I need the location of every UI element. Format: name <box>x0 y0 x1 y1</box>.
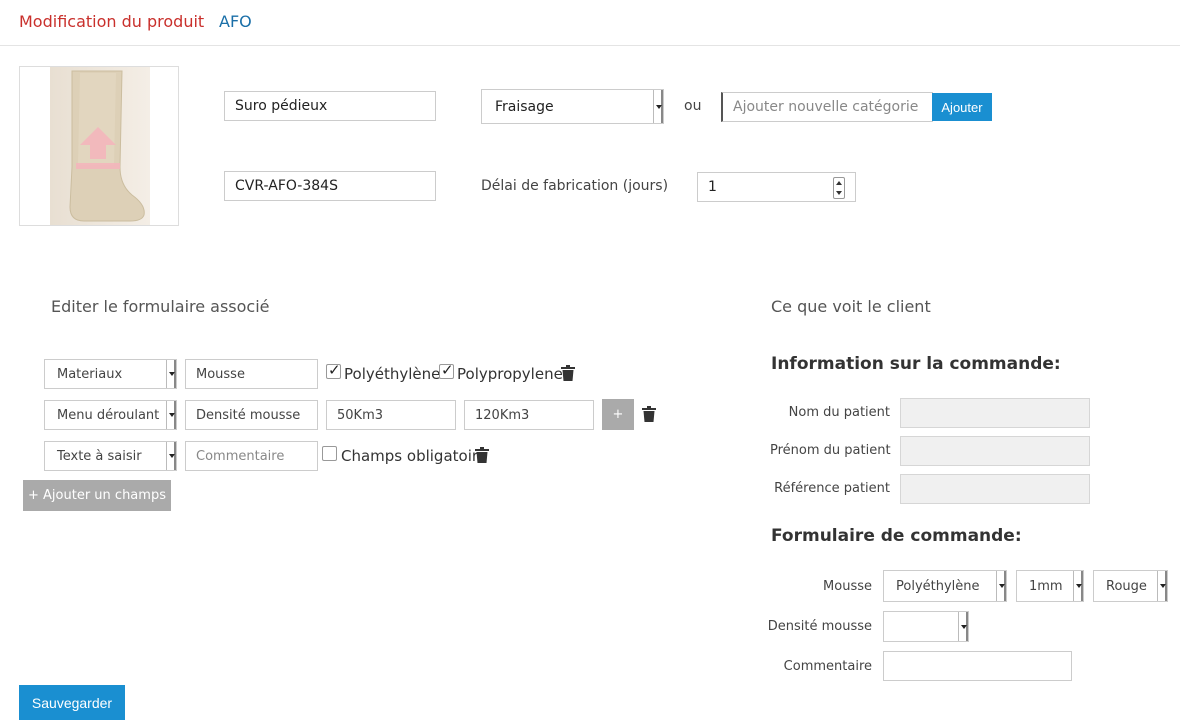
category-select-value: Fraisage <box>495 98 554 115</box>
patient-reference-label: Référence patient <box>774 481 890 496</box>
commentaire-input[interactable] <box>883 651 1072 681</box>
patient-reference-input[interactable] <box>900 474 1090 504</box>
product-name-input[interactable]: Suro pédieux <box>224 91 436 121</box>
field-type-select[interactable]: Menu déroulant <box>44 400 177 430</box>
product-type-tag[interactable]: AFO <box>219 12 252 31</box>
field-name-input[interactable]: Commentaire <box>185 441 318 471</box>
required-checkbox[interactable] <box>322 446 337 461</box>
add-field-button[interactable]: + Ajouter un champs <box>23 480 171 511</box>
chevron-down-icon <box>166 401 176 429</box>
info-heading: Information sur la commande: <box>771 354 1061 374</box>
delay-value: 1 <box>708 179 717 195</box>
mousse-material-value: Polyéthylène <box>896 578 980 594</box>
page-title: Modification du produit <box>19 12 205 31</box>
mousse-color-value: Rouge <box>1106 578 1147 594</box>
required-label: Champs obligatoire <box>341 447 487 465</box>
densite-select[interactable] <box>883 611 969 642</box>
field-type-value: Materiaux <box>57 366 123 382</box>
field-type-value: Texte à saisir <box>57 448 142 464</box>
mousse-label: Mousse <box>823 579 872 594</box>
dropdown-value-input[interactable]: 120Km3 <box>464 400 594 430</box>
chevron-down-icon <box>958 612 968 641</box>
mousse-material-select[interactable]: Polyéthylène <box>883 570 1007 602</box>
densite-label: Densité mousse <box>767 619 872 634</box>
patient-name-label: Nom du patient <box>788 405 890 420</box>
chevron-down-icon <box>166 442 176 470</box>
field-type-select[interactable]: Materiaux <box>44 359 177 389</box>
product-reference-input[interactable]: CVR-AFO-384S <box>224 171 436 201</box>
patient-firstname-input[interactable] <box>900 436 1090 466</box>
trash-icon[interactable] <box>561 365 575 381</box>
chevron-down-icon <box>653 90 663 123</box>
or-label: ou <box>684 98 702 114</box>
commentaire-label: Commentaire <box>783 659 872 674</box>
delay-input[interactable]: 1 <box>697 172 856 202</box>
patient-name-input[interactable] <box>900 398 1090 428</box>
option-label: Polypropylene <box>457 365 563 383</box>
trash-icon[interactable] <box>642 406 656 422</box>
dropdown-value-input[interactable]: 50Km3 <box>326 400 456 430</box>
chevron-down-icon <box>1073 571 1083 601</box>
add-value-button[interactable]: + <box>602 399 634 430</box>
page-header: Modification du produit AFO <box>0 0 1180 46</box>
product-image-frame[interactable] <box>19 66 179 226</box>
option-checkbox[interactable] <box>326 361 341 379</box>
chevron-down-icon <box>996 571 1006 601</box>
product-image <box>50 67 150 225</box>
option-label: Polyéthylène <box>344 365 441 383</box>
chevron-down-icon <box>1157 571 1167 601</box>
mousse-thickness-value: 1mm <box>1029 578 1063 594</box>
editor-title: Editer le formulaire associé <box>51 297 270 316</box>
order-heading: Formulaire de commande: <box>771 526 1022 546</box>
new-category-input[interactable]: Ajouter nouvelle catégorie <box>721 92 933 122</box>
number-stepper-icon[interactable] <box>833 177 845 199</box>
chevron-down-icon <box>166 360 176 388</box>
delay-label: Délai de fabrication (jours) <box>481 178 669 194</box>
mousse-thickness-select[interactable]: 1mm <box>1016 570 1084 602</box>
field-name-input[interactable]: Mousse <box>185 359 318 389</box>
field-type-select[interactable]: Texte à saisir <box>44 441 177 471</box>
orthosis-illustration <box>50 67 150 225</box>
category-select[interactable]: Fraisage <box>481 89 664 124</box>
field-type-value: Menu déroulant <box>57 407 160 423</box>
mousse-color-select[interactable]: Rouge <box>1093 570 1168 602</box>
preview-title: Ce que voit le client <box>771 297 931 316</box>
save-button[interactable]: Sauvegarder <box>19 685 125 720</box>
field-name-input[interactable]: Densité mousse <box>185 400 318 430</box>
trash-icon[interactable] <box>475 447 489 463</box>
add-category-button[interactable]: Ajouter <box>932 93 992 121</box>
option-checkbox[interactable] <box>439 361 454 379</box>
patient-firstname-label: Prénom du patient <box>770 443 891 458</box>
